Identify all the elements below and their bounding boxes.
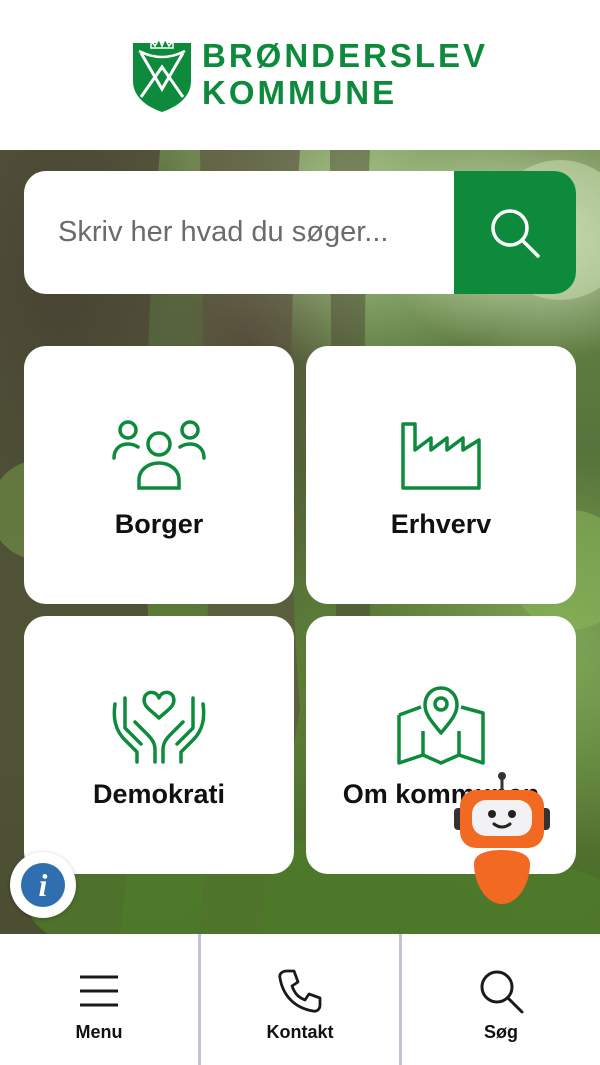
nav-label: Kontakt — [266, 1022, 334, 1042]
bottom-navigation: Menu Kontakt Søg — [0, 934, 600, 1065]
tile-demokrati[interactable]: Demokrati — [24, 616, 294, 874]
chatbot-launcher[interactable] — [446, 772, 558, 906]
people-group-icon — [109, 406, 209, 506]
search-icon — [476, 966, 526, 1016]
info-button[interactable]: i — [10, 852, 76, 918]
tile-label: Demokrati — [92, 779, 226, 809]
tile-borger[interactable]: Borger — [24, 346, 294, 604]
brand-wordmark: BRØNDERSLEV KOMMUNE — [202, 37, 488, 111]
phone-icon — [275, 966, 325, 1016]
brand-name-line1: BRØNDERSLEV — [202, 37, 489, 74]
search-bar — [24, 171, 576, 294]
nav-menu-button[interactable]: Menu — [0, 934, 198, 1065]
info-icon: i — [21, 863, 65, 907]
search-icon — [491, 208, 540, 258]
coat-of-arms-icon — [133, 37, 191, 112]
hands-heart-icon — [109, 676, 209, 776]
nav-sog-button[interactable]: Søg — [399, 934, 600, 1065]
site-header: BRØNDERSLEV KOMMUNE — [0, 0, 600, 150]
chatbot-robot-icon — [454, 772, 550, 904]
factory-icon — [391, 406, 491, 506]
map-pin-icon — [391, 676, 491, 776]
nav-label: Søg — [484, 1022, 518, 1042]
tile-label: Borger — [114, 509, 204, 539]
hamburger-menu-icon — [74, 966, 124, 1016]
tile-label: Erhverv — [390, 509, 492, 539]
brand-logo[interactable]: BRØNDERSLEV KOMMUNE — [131, 37, 485, 113]
nav-kontakt-button[interactable]: Kontakt — [198, 934, 399, 1065]
nav-label: Menu — [75, 1022, 123, 1042]
brand-name-line2: KOMMUNE — [202, 74, 398, 111]
search-input[interactable] — [24, 171, 454, 294]
search-button[interactable] — [454, 171, 576, 294]
tile-erhverv[interactable]: Erhverv — [306, 346, 576, 604]
